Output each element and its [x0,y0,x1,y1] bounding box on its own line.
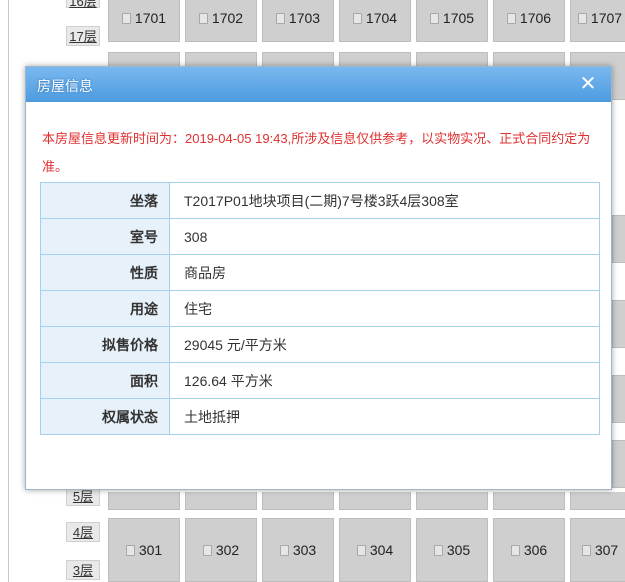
unit-peek[interactable] [612,375,625,423]
unit-peek[interactable] [612,300,625,348]
table-row: 面积 126.64 平方米 [40,362,600,399]
unit-1702[interactable]: 1702 [185,0,257,42]
unit-5-peek[interactable] [339,492,411,510]
label-usage: 用途 [40,290,170,327]
unit-1707[interactable]: 1707 [570,0,625,42]
unit-306[interactable]: 306 [493,518,565,582]
unit-5-peek[interactable] [493,492,565,510]
doc-icon [506,12,516,24]
label-price: 拟售价格 [40,326,170,363]
value-location: T2017P01地块项目(二期)7号楼3跃4层308室 [169,182,600,219]
doc-icon [356,544,366,556]
doc-icon [510,544,520,556]
doc-icon [121,12,131,24]
unit-5-peek[interactable] [262,492,334,510]
value-room-number: 308 [169,218,600,255]
value-usage: 住宅 [169,290,600,327]
table-row: 用途 住宅 [40,290,600,327]
unit-303[interactable]: 303 [262,518,334,582]
doc-icon [352,12,362,24]
doc-icon [429,12,439,24]
close-icon[interactable]: ✕ [578,74,598,94]
unit-1701[interactable]: 1701 [108,0,180,42]
table-row: 坐落 T2017P01地块项目(二期)7号楼3跃4层308室 [40,182,600,219]
doc-icon [275,12,285,24]
label-area: 面积 [40,362,170,399]
floor-label-16[interactable]: 16层 [66,0,100,9]
label-property-type: 性质 [40,254,170,291]
doc-icon [577,12,587,24]
table-row: 室号 308 [40,218,600,255]
floor-label-3[interactable]: 3层 [66,560,100,580]
unit-304[interactable]: 304 [339,518,411,582]
update-notice: 本房屋信息更新时间为：2019-04-05 19:43,所涉及信息仅供参考，以实… [42,131,591,174]
unit-1706[interactable]: 1706 [493,0,565,42]
unit-peek[interactable] [612,440,625,488]
unit-peek[interactable] [612,215,625,263]
doc-icon [125,544,135,556]
unit-5-peek[interactable] [570,492,625,510]
house-info-table: 坐落 T2017P01地块项目(二期)7号楼3跃4层308室 室号 308 性质… [40,182,600,435]
doc-icon [581,544,591,556]
unit-307[interactable]: 307 [570,518,625,582]
value-price: 29045 元/平方米 [169,326,600,363]
value-ownership-status: 土地抵押 [169,398,600,435]
label-room-number: 室号 [40,218,170,255]
dialog-header[interactable]: 房屋信息 ✕ [26,67,611,102]
doc-icon [202,544,212,556]
table-row: 性质 商品房 [40,254,600,291]
doc-icon [433,544,443,556]
floor-label-4[interactable]: 4层 [66,522,100,542]
unit-1705[interactable]: 1705 [416,0,488,42]
unit-5-peek[interactable] [416,492,488,510]
unit-5-peek[interactable] [108,492,180,510]
house-info-dialog: 房屋信息 ✕ 本房屋信息更新时间为：2019-04-05 19:43,所涉及信息… [25,66,612,490]
value-property-type: 商品房 [169,254,600,291]
dialog-title: 房屋信息 [37,78,93,94]
value-area: 126.64 平方米 [169,362,600,399]
unit-1704[interactable]: 1704 [339,0,411,42]
table-row: 拟售价格 29045 元/平方米 [40,326,600,363]
doc-icon [279,544,289,556]
unit-5-peek[interactable] [185,492,257,510]
unit-301[interactable]: 301 [108,518,180,582]
label-location: 坐落 [40,182,170,219]
unit-1703[interactable]: 1703 [262,0,334,42]
table-row: 权属状态 土地抵押 [40,398,600,435]
label-ownership-status: 权属状态 [40,398,170,435]
doc-icon [198,12,208,24]
unit-302[interactable]: 302 [185,518,257,582]
unit-305[interactable]: 305 [416,518,488,582]
floor-label-17[interactable]: 17层 [66,26,100,46]
